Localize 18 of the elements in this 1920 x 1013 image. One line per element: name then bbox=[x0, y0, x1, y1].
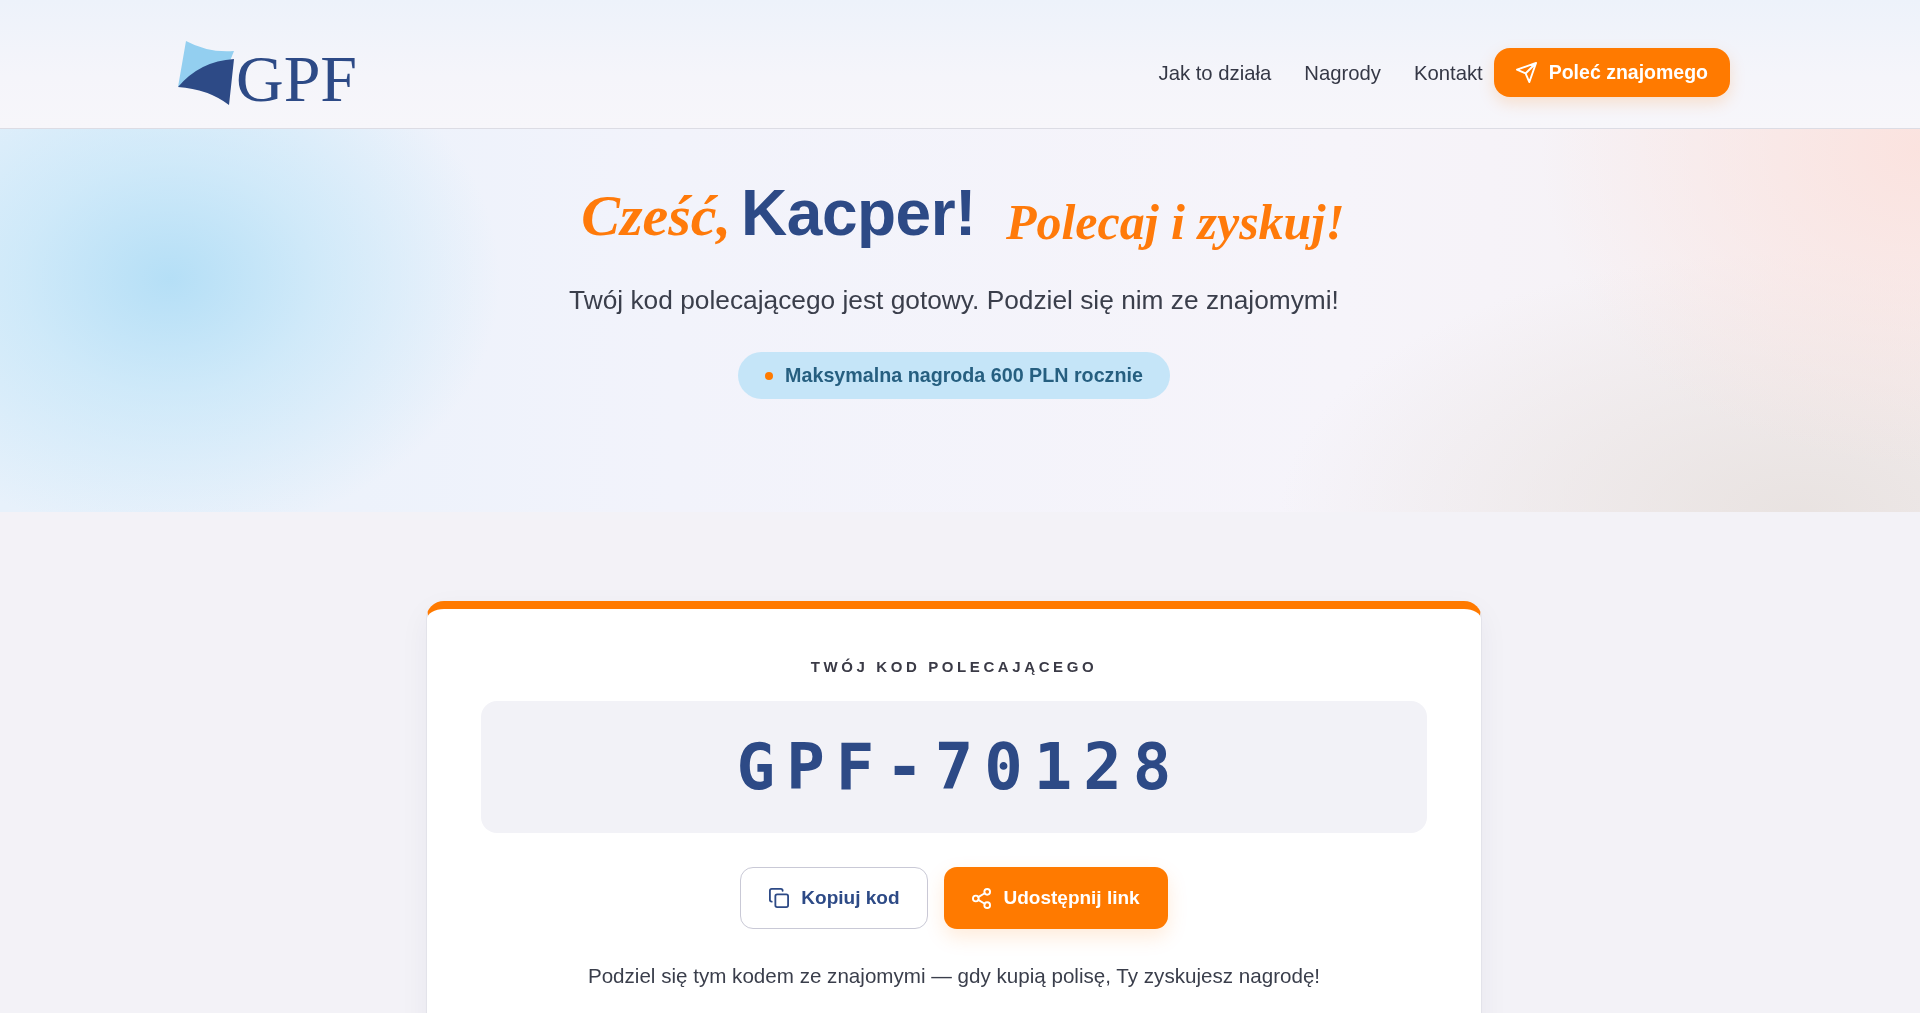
nav-link[interactable]: Kontakt bbox=[1413, 59, 1483, 86]
nav-link[interactable]: Jak to działa bbox=[1158, 59, 1272, 86]
copy-code-button[interactable]: Kopiuj kod bbox=[740, 867, 929, 929]
share-icon bbox=[972, 887, 992, 909]
referral-code: GPF-70128 bbox=[735, 729, 1183, 805]
share-note-text: Podziel się tym kodem ze znajomymi — gdy kupią polisę, Ty zyskujesz nagrodę! bbox=[587, 963, 1321, 989]
logo-text: GPF bbox=[236, 40, 358, 112]
code-label: TWÓJ KOD POLECAJĄCEGO bbox=[810, 657, 1098, 677]
tagline-text: Polecaj i zyskuj! bbox=[1005, 193, 1345, 252]
subtitle-text: Twój kod polecającego jest gotowy. Podziel się nim ze znajomymi! bbox=[569, 284, 1339, 317]
nav-link[interactable]: Nagrody bbox=[1304, 59, 1381, 86]
dot-icon bbox=[765, 371, 774, 380]
copy-icon bbox=[769, 888, 790, 908]
greeting-text: Cześć, bbox=[581, 182, 732, 250]
badge-text: Maksymalna nagroda 600 PLN rocznie bbox=[785, 364, 1143, 387]
send-icon bbox=[1515, 62, 1537, 83]
user-name-heading: Kacper! bbox=[741, 176, 976, 251]
logo-icon bbox=[178, 40, 234, 105]
